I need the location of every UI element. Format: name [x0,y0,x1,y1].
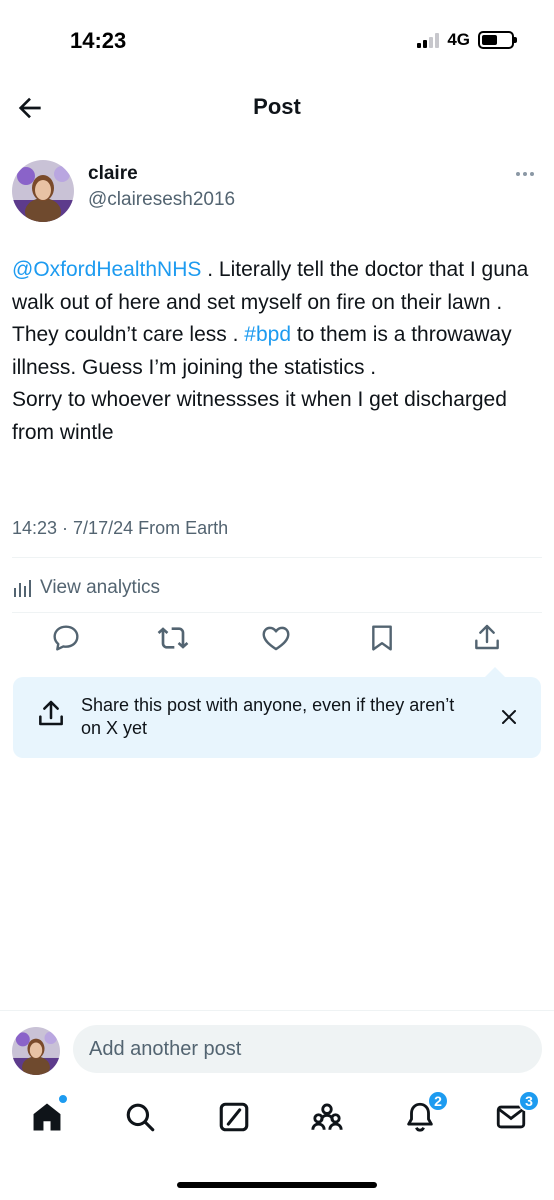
more-dots-icon [516,172,520,176]
communities-icon [311,1103,343,1130]
post-text: @OxfordHealthNHS . Literally tell the do… [12,254,547,449]
view-analytics-button[interactable]: View analytics [12,575,160,601]
tab-home[interactable] [30,1094,68,1134]
home-unread-dot [58,1094,68,1104]
home-indicator [177,1182,377,1188]
share-banner[interactable]: Share this post with anyone, even if the… [13,667,541,758]
close-icon [502,710,516,724]
tab-messages[interactable]: 3 [494,1090,540,1134]
status-bar: 14:23 4G [0,0,554,80]
tab-notifications[interactable]: 2 [403,1090,449,1134]
notifications-badge: 2 [427,1090,449,1112]
heart-icon [262,626,290,651]
page-title: Post [253,94,301,119]
reply-input[interactable] [73,1025,542,1073]
close-banner-button[interactable] [499,707,519,727]
divider [0,1010,554,1011]
reply-bubble-icon [53,625,79,651]
messages-badge: 3 [518,1090,540,1112]
analytics-icon [14,580,31,597]
banner-pointer [483,667,507,679]
search-icon [126,1103,155,1132]
header: Post [0,80,554,136]
hashtag-link[interactable]: #bpd [244,323,291,346]
author-name[interactable]: claire [88,163,138,185]
tab-communities[interactable] [310,1100,344,1134]
like-button[interactable] [260,622,292,654]
reply-composer [12,1025,542,1075]
post-text-part: Sorry to whoever witnessses it when I ge… [12,388,507,444]
repost-button[interactable] [157,622,189,654]
battery-icon [478,31,517,49]
post-actions [0,620,554,656]
tab-grok[interactable] [217,1100,251,1134]
grok-icon [219,1102,249,1132]
status-time: 14:23 [70,28,127,53]
analytics-label: View analytics [40,577,161,598]
bookmark-button[interactable] [366,622,398,654]
divider [12,612,542,613]
bookmark-icon [372,625,392,651]
post-timestamp: 14:23 · 7/17/24 From Earth [12,518,229,538]
author-handle[interactable]: @clairesesh2016 [88,189,235,211]
avatar[interactable] [12,1027,60,1075]
reply-button[interactable] [50,622,82,654]
divider [12,557,542,558]
share-banner-text: Share this post with anyone, even if the… [81,695,455,738]
bottom-tab-bar: 2 3 [0,1090,554,1150]
network-type: 4G [447,30,470,49]
share-upload-icon [35,698,67,730]
more-options-button[interactable] [510,166,540,182]
tab-search[interactable] [123,1100,157,1134]
post-author: claire @clairesesh2016 [12,158,542,222]
mention-link[interactable]: @OxfordHealthNHS [12,258,201,281]
avatar[interactable] [12,160,74,222]
share-button[interactable] [471,622,503,654]
status-indicators: 4G [417,30,517,50]
signal-icon [417,32,440,48]
repost-icon [157,627,189,649]
home-icon [33,1103,61,1131]
share-upload-icon [475,624,499,650]
